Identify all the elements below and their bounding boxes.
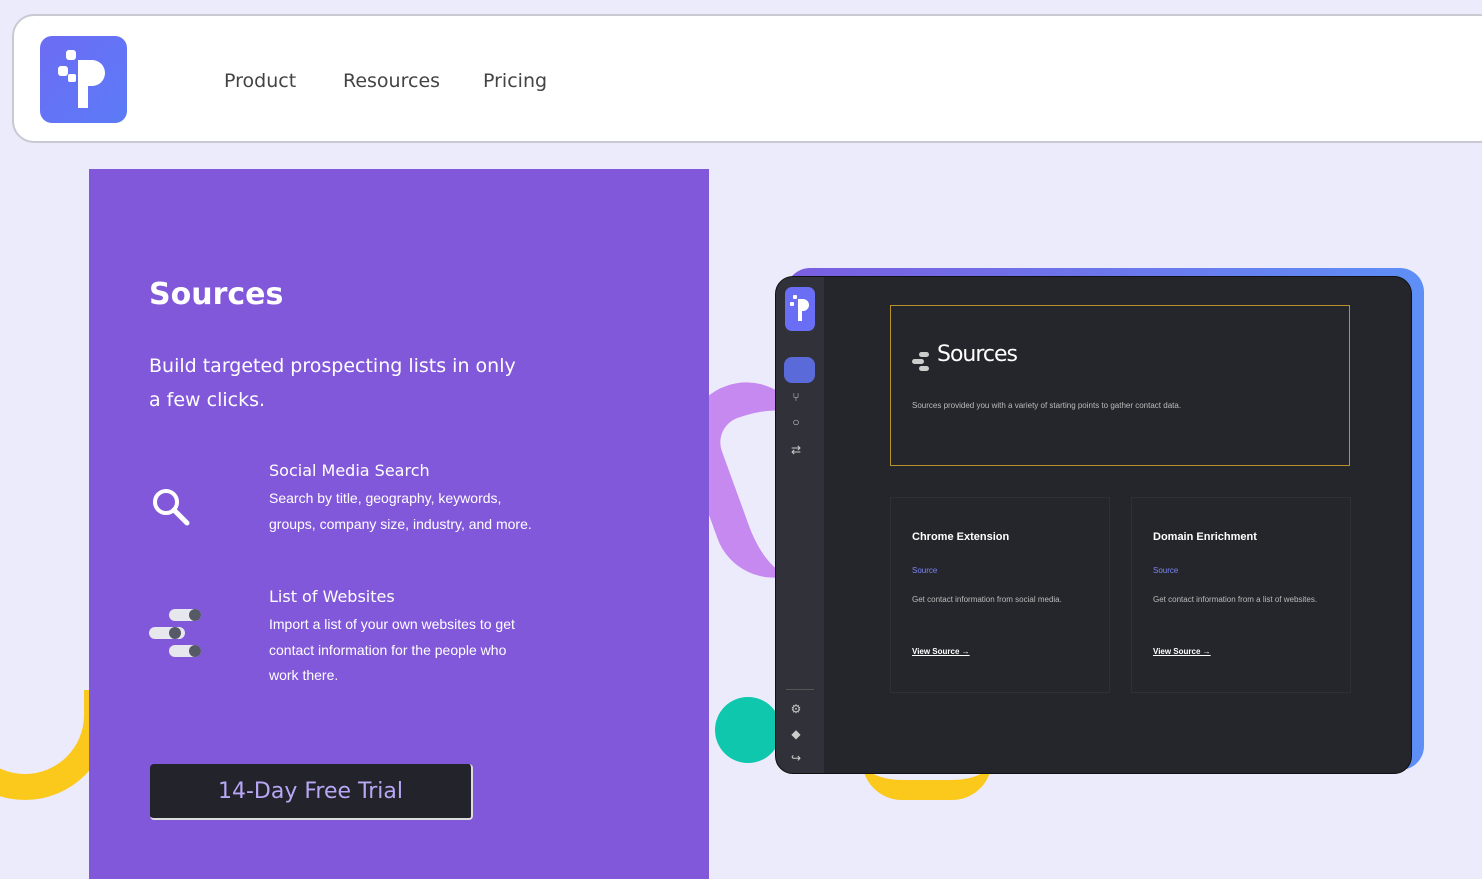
search-icon (149, 485, 193, 534)
card-title: Chrome Extension (912, 531, 1010, 543)
nav-product[interactable]: Product (224, 70, 296, 92)
sources-panel: Sources Build targeted prospecting lists… (89, 169, 709, 879)
card-desc: Get contact information from social medi… (912, 595, 1062, 604)
sidebar-sync-icon[interactable]: ⇄ (789, 443, 803, 457)
panel-title: Sources (149, 277, 284, 312)
sidebar-divider (786, 689, 814, 690)
sidebar-sources-icon[interactable] (784, 357, 815, 383)
app-logo-icon (785, 287, 815, 331)
sidebar-branch-icon[interactable]: ⑂ (789, 390, 803, 404)
app-sources-icon (911, 351, 931, 378)
source-card-domain[interactable]: Domain Enrichment Source Get contact inf… (1131, 497, 1351, 693)
feature-title-websites: List of Websites (269, 587, 395, 606)
card-desc: Get contact information from a list of w… (1153, 595, 1318, 604)
app-hero-desc: Sources provided you with a variety of s… (912, 401, 1182, 410)
card-type: Source (912, 566, 938, 575)
card-type: Source (1153, 566, 1179, 575)
feature-desc-social: Search by title, geography, keywords, gr… (269, 490, 532, 532)
nav-resources[interactable]: Resources (343, 70, 440, 92)
app-sidebar: ⑂ ○ ⇄ ⚙ ◆ ↪ (776, 277, 824, 773)
sidebar-logout-icon[interactable]: ↪ (789, 751, 803, 765)
feature-title-social: Social Media Search (269, 461, 430, 480)
view-source-link[interactable]: View Source → (1153, 647, 1211, 656)
sidebar-settings-icon[interactable]: ⚙ (789, 702, 803, 716)
source-card-chrome[interactable]: Chrome Extension Source Get contact info… (890, 497, 1110, 693)
sidebar-bulb-icon[interactable]: ○ (789, 415, 803, 429)
brand-logo-icon[interactable] (40, 36, 127, 123)
free-trial-button[interactable]: 14-Day Free Trial (150, 764, 473, 820)
site-header: Product Resources Pricing (12, 14, 1482, 143)
panel-subtitle: Build targeted prospecting lists in only… (149, 355, 516, 411)
nav-pricing[interactable]: Pricing (483, 70, 547, 92)
sidebar-layers-icon[interactable]: ◆ (789, 727, 803, 741)
app-hero-title: Sources (937, 342, 1018, 367)
app-hero: Sources Sources provided you with a vari… (890, 305, 1350, 466)
decorative-teal-circle (715, 697, 781, 763)
toggle-list-icon (149, 605, 205, 666)
feature-desc-websites: Import a list of your own websites to ge… (269, 616, 515, 683)
view-source-link[interactable]: View Source → (912, 647, 970, 656)
app-preview: ⑂ ○ ⇄ ⚙ ◆ ↪ Sources Sources provided you… (775, 276, 1412, 774)
card-title: Domain Enrichment (1153, 531, 1257, 543)
